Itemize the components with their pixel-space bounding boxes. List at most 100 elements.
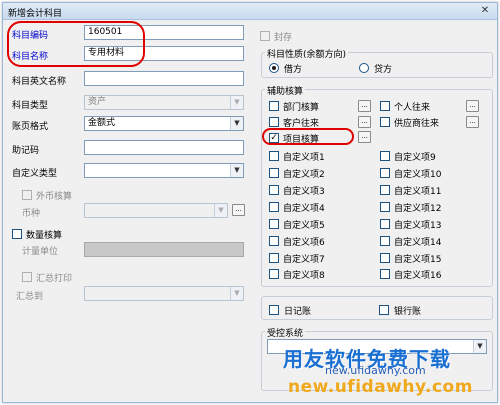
foreign-currency-checkbox[interactable] — [22, 190, 32, 200]
supplier-browse-button[interactable]: ... — [466, 116, 479, 128]
book-format-label: 账页格式 — [12, 122, 49, 132]
currency-browse-button[interactable]: ... — [232, 204, 245, 216]
aux-left-checkbox-6[interactable] — [269, 202, 279, 212]
seal-checkbox[interactable] — [260, 31, 270, 41]
aux-left-label-6: 自定义项4 — [283, 204, 325, 214]
unit-input[interactable] — [84, 242, 244, 257]
aux-left-checkbox-8[interactable] — [269, 236, 279, 246]
aux-left-label-8: 自定义项6 — [283, 238, 325, 248]
nature-group-title: 科目性质(余额方向) — [265, 47, 349, 60]
aux-left-checkbox-0[interactable] — [269, 101, 279, 111]
account-type-label: 科目类型 — [12, 101, 49, 111]
department-browse-button[interactable]: ... — [358, 100, 371, 112]
aux-right-label-6: 自定义项13 — [394, 221, 442, 231]
unit-label: 计量单位 — [22, 247, 59, 257]
aux-right-label-9: 自定义项16 — [394, 271, 442, 281]
quantity-checkbox[interactable] — [12, 229, 22, 239]
english-name-label: 科目英文名称 — [12, 77, 67, 87]
account-code-input[interactable]: 160501 — [84, 25, 244, 40]
book-format-select[interactable]: 金额式 ▼ — [84, 116, 244, 131]
aux-left-checkbox-10[interactable] — [269, 269, 279, 279]
credit-label: 贷方 — [374, 65, 393, 75]
aux-group-title: 辅助核算 — [265, 84, 306, 97]
mnemonic-input[interactable] — [84, 140, 244, 155]
title-bar: 新增会计科目 ✕ — [3, 3, 497, 20]
aux-left-label-2: 项目核算 — [283, 135, 320, 145]
aux-right-checkbox-0[interactable] — [380, 101, 390, 111]
currency-select[interactable]: ▼ — [84, 203, 228, 218]
summary-to-label: 汇总到 — [16, 292, 44, 302]
project-browse-button[interactable]: ... — [358, 131, 371, 143]
aux-right-checkbox-3[interactable] — [380, 168, 390, 178]
aux-left-label-0: 部门核算 — [283, 103, 320, 113]
aux-right-checkbox-5[interactable] — [380, 202, 390, 212]
account-type-value: 资产 — [88, 97, 107, 107]
watermark-url-large: new.ufidawhy.com — [288, 377, 473, 397]
summary-to-select[interactable]: ▼ — [84, 286, 244, 301]
chevron-down-icon[interactable]: ▼ — [230, 164, 243, 177]
summary-print-label: 汇总打印 — [36, 274, 73, 284]
english-name-input[interactable] — [84, 71, 244, 86]
aux-left-label-9: 自定义项7 — [283, 255, 325, 265]
aux-right-label-1: 供应商往来 — [394, 119, 440, 129]
aux-left-label-10: 自定义项8 — [283, 271, 325, 281]
journal-checkbox[interactable] — [269, 305, 279, 315]
debit-radio[interactable] — [269, 63, 279, 73]
journal-label: 日记账 — [284, 307, 312, 317]
account-code-label: 科目编码 — [12, 31, 49, 41]
chevron-down-icon[interactable]: ▼ — [473, 340, 486, 353]
aux-right-checkbox-8[interactable] — [380, 253, 390, 263]
bank-label: 银行账 — [394, 307, 422, 317]
summary-print-checkbox[interactable] — [22, 272, 32, 282]
aux-left-checkbox-7[interactable] — [269, 219, 279, 229]
aux-right-label-2: 自定义项9 — [394, 153, 436, 163]
aux-left-checkbox-4[interactable] — [269, 168, 279, 178]
aux-right-checkbox-4[interactable] — [380, 185, 390, 195]
account-type-select[interactable]: 资产 ▼ — [84, 95, 244, 110]
aux-left-checkbox-3[interactable] — [269, 151, 279, 161]
aux-left-checkbox-9[interactable] — [269, 253, 279, 263]
chevron-down-icon[interactable]: ▼ — [230, 287, 243, 300]
custom-type-label: 自定义类型 — [12, 169, 58, 179]
chevron-down-icon[interactable]: ▼ — [230, 96, 243, 109]
aux-left-label-3: 自定义项1 — [283, 153, 325, 163]
aux-left-label-1: 客户往来 — [283, 119, 320, 129]
currency-label: 币种 — [22, 209, 41, 219]
account-name-label: 科目名称 — [12, 52, 49, 62]
aux-right-label-4: 自定义项11 — [394, 187, 442, 197]
aux-left-label-4: 自定义项2 — [283, 170, 325, 180]
aux-right-label-5: 自定义项12 — [394, 204, 442, 214]
bank-checkbox[interactable] — [379, 305, 389, 315]
custom-type-select[interactable]: ▼ — [84, 163, 244, 178]
controlled-system-title: 受控系统 — [265, 326, 306, 339]
personal-browse-button[interactable]: ... — [466, 100, 479, 112]
chevron-down-icon[interactable]: ▼ — [230, 117, 243, 130]
aux-left-checkbox-1[interactable] — [269, 117, 279, 127]
account-name-input[interactable]: 专用材料 — [84, 46, 244, 61]
aux-right-label-7: 自定义项14 — [394, 238, 442, 248]
seal-label: 封存 — [274, 33, 293, 43]
aux-right-checkbox-2[interactable] — [380, 151, 390, 161]
new-account-dialog: 新增会计科目 ✕ 科目编码 160501 科目名称 专用材料 科目英文名称 科目… — [2, 2, 498, 403]
foreign-currency-label: 外币核算 — [36, 192, 73, 202]
watermark-url-small: new.ufidawhy.com — [325, 364, 426, 377]
aux-right-label-8: 自定义项15 — [394, 255, 442, 265]
aux-right-checkbox-7[interactable] — [380, 236, 390, 246]
aux-right-checkbox-6[interactable] — [380, 219, 390, 229]
debit-label: 借方 — [284, 65, 303, 75]
aux-left-label-7: 自定义项5 — [283, 221, 325, 231]
aux-right-label-3: 自定义项10 — [394, 170, 442, 180]
aux-right-checkbox-9[interactable] — [380, 269, 390, 279]
aux-right-checkbox-1[interactable] — [380, 117, 390, 127]
customer-browse-button[interactable]: ... — [358, 116, 371, 128]
credit-radio[interactable] — [359, 63, 369, 73]
aux-left-checkbox-2[interactable]: ✓ — [269, 133, 279, 143]
chevron-down-icon[interactable]: ▼ — [214, 204, 227, 217]
quantity-label: 数量核算 — [26, 231, 63, 241]
aux-left-checkbox-5[interactable] — [269, 185, 279, 195]
aux-right-label-0: 个人往来 — [394, 103, 431, 113]
mnemonic-label: 助记码 — [12, 146, 40, 156]
close-icon[interactable]: ✕ — [478, 5, 492, 17]
book-format-value: 金额式 — [88, 118, 116, 128]
window-title: 新增会计科目 — [8, 9, 63, 19]
